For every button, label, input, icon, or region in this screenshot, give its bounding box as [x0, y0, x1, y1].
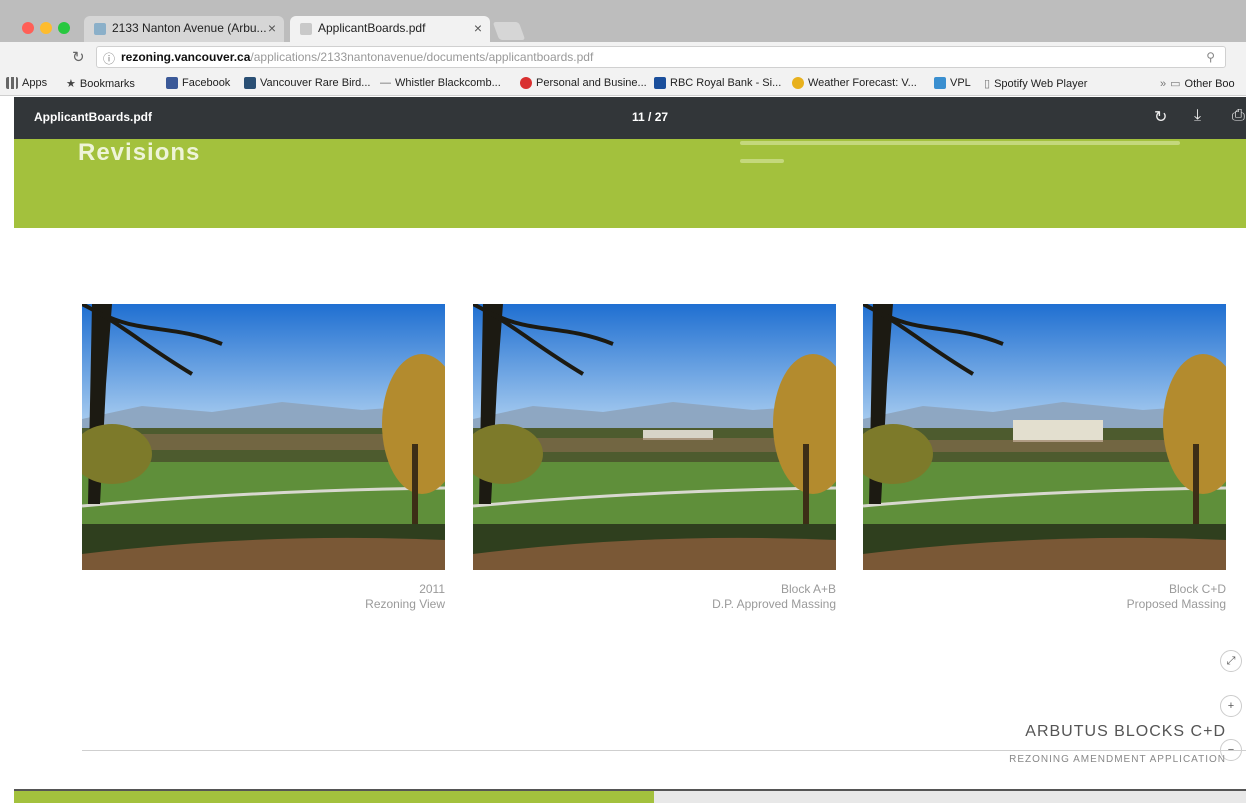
view-photo-block-cd — [863, 304, 1226, 570]
bookmark-vpl[interactable]: VPL — [934, 77, 971, 89]
info-icon[interactable]: ⓘ — [103, 50, 115, 67]
apps-grid-icon — [6, 77, 18, 89]
tab-rezoning-page[interactable]: 2133 Nanton Avenue (Arbu... × — [84, 16, 284, 42]
url-host: rezoning.vancouver.ca — [121, 50, 251, 64]
rbc-icon — [654, 77, 666, 89]
bookmark-whistler[interactable]: — Whistler Blackcomb... — [380, 77, 501, 89]
browser-tab-strip: 2133 Nanton Avenue (Arbu... × ApplicantB… — [0, 0, 1246, 42]
weather-icon — [792, 77, 804, 89]
tab-applicant-boards[interactable]: ApplicantBoards.pdf × — [290, 16, 490, 42]
ski-icon: — — [380, 77, 391, 89]
close-window-button[interactable] — [22, 22, 34, 34]
star-icon: ★ — [66, 78, 76, 90]
maximize-window-button[interactable] — [58, 22, 70, 34]
address-toolbar: ↻ ⓘ rezoning.vancouver.ca/applications/2… — [0, 42, 1246, 72]
project-subtitle: REZONING AMENDMENT APPLICATION — [1009, 754, 1226, 765]
zoom-in-icon[interactable]: + — [1220, 695, 1242, 717]
url-path: /applications/2133nantonavenue/documents… — [250, 50, 594, 64]
address-input[interactable]: ⓘ rezoning.vancouver.ca/applications/213… — [96, 46, 1226, 68]
photo-caption: 2011 Rezoning View — [82, 582, 445, 612]
bookmark-spotify[interactable]: ▯ Spotify Web Player — [984, 77, 1087, 91]
photo-caption: Block A+B D.P. Approved Massing — [473, 582, 836, 612]
print-icon[interactable]: ⎙ — [1232, 107, 1245, 125]
chevron-double-icon: » — [1160, 77, 1167, 90]
view-photo-block-ab — [473, 304, 836, 570]
building-massing-large — [1013, 420, 1103, 442]
park-view-image — [473, 304, 836, 570]
pdf-filename: ApplicantBoards.pdf — [34, 110, 153, 124]
pdf-favicon-icon — [300, 23, 312, 35]
caption-line-1: 2011 — [419, 582, 445, 596]
caption-line-2: Rezoning View — [365, 597, 445, 611]
bookmarks-bar: Apps ★ Bookmarks Facebook Vancouver Rare… — [0, 72, 1246, 96]
reload-icon[interactable]: ↻ — [72, 48, 85, 66]
close-tab-icon[interactable]: × — [268, 20, 276, 36]
bookmark-weather[interactable]: Weather Forecast: V... — [792, 77, 917, 89]
page-heading: Revisions — [78, 139, 201, 166]
page-icon: ▯ — [984, 78, 991, 90]
next-page-green-band — [14, 791, 654, 803]
pdf-toolbar: ApplicantBoards.pdf 11 / 27 ↻ ⤓ ⎙ — [14, 97, 1246, 139]
photo-caption: Block C+D Proposed Massing — [863, 582, 1226, 612]
bookmark-facebook[interactable]: Facebook — [166, 77, 230, 89]
library-icon — [934, 77, 946, 89]
bank-icon — [520, 77, 532, 89]
caption-line-1: Block C+D — [1168, 582, 1226, 596]
folder-icon: ▭ — [1170, 78, 1181, 90]
page-favicon-icon — [94, 23, 106, 35]
bookmark-bookmarks[interactable]: ★ Bookmarks — [66, 77, 135, 91]
park-view-image — [82, 304, 445, 570]
divider — [82, 750, 1246, 751]
bird-icon — [244, 77, 256, 89]
new-tab-button[interactable] — [492, 22, 526, 40]
tab-label: 2133 Nanton Avenue (Arbu... — [112, 21, 267, 35]
view-photo-2011 — [82, 304, 445, 570]
project-title: ARBUTUS BLOCKS C+D — [1025, 723, 1226, 740]
park-view-image — [863, 304, 1226, 570]
search-icon[interactable]: ⚲ — [1206, 50, 1215, 64]
bookmark-personal-business[interactable]: Personal and Busine... — [520, 77, 647, 89]
rotate-icon[interactable]: ↻ — [1154, 107, 1167, 127]
close-tab-icon[interactable]: × — [474, 20, 482, 36]
bookmark-rare-birds[interactable]: Vancouver Rare Bird... — [244, 77, 370, 89]
faint-text-line — [740, 159, 784, 163]
facebook-icon — [166, 77, 178, 89]
caption-line-2: Proposed Massing — [1126, 597, 1226, 611]
download-icon[interactable]: ⤓ — [1194, 107, 1201, 125]
bookmark-rbc[interactable]: RBC Royal Bank - Si... — [654, 77, 781, 89]
pdf-page: Revisions 2011 Rezoning View Block A+B D… — [14, 139, 1246, 803]
page-indicator[interactable]: 11 / 27 — [632, 110, 668, 124]
tab-label: ApplicantBoards.pdf — [318, 21, 426, 35]
bookmark-other[interactable]: » ▭ Other Boo — [1160, 77, 1235, 91]
next-page-band — [654, 791, 1246, 803]
fit-page-icon[interactable]: ⤢ — [1220, 650, 1242, 672]
bookmark-apps[interactable]: Apps — [6, 77, 47, 89]
caption-line-1: Block A+B — [780, 582, 836, 596]
faint-text-line — [740, 141, 1180, 145]
minimize-window-button[interactable] — [40, 22, 52, 34]
heading-band: Revisions — [14, 139, 1246, 228]
caption-line-2: D.P. Approved Massing — [712, 597, 836, 611]
